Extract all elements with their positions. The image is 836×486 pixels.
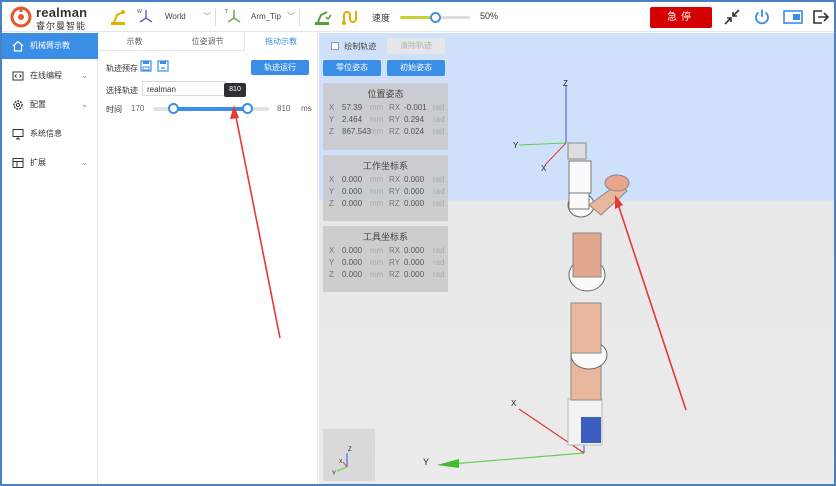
gizmo-z-label: Z xyxy=(348,447,352,453)
power-icon[interactable] xyxy=(752,7,772,27)
tool-frame-icon: T xyxy=(224,9,241,23)
tool-x-axis xyxy=(544,142,567,166)
extension-icon xyxy=(12,158,24,168)
sidebar-item-label: 机械臂示教 xyxy=(30,41,70,50)
svg-text:W: W xyxy=(137,9,142,15)
tab-teach[interactable]: 示教 xyxy=(98,33,171,51)
emergency-stop-button[interactable]: 急停 xyxy=(650,7,712,28)
home-icon xyxy=(12,40,24,52)
robot-scene: Y X Y Z X xyxy=(423,79,687,468)
robot-3d-viewport[interactable]: 绘制轨迹 清除轨迹 零位姿态 初始姿态 位置姿态 X 57.39 mm RX -0.00… xyxy=(319,33,834,484)
robot-wrist xyxy=(568,190,590,210)
speed-label: 速度 xyxy=(372,13,391,23)
sidebar: 机械臂示教 在线编程 ⌄ 配置 ⌄ 系统信息 扩展 ⌄ xyxy=(2,33,98,484)
sidebar-item-extension[interactable]: 扩展 ⌄ xyxy=(2,150,98,176)
monitor-icon xyxy=(12,129,24,140)
ground-y-axis xyxy=(438,452,585,466)
gizmo-y-label: Y xyxy=(332,471,336,477)
robot-link-2 xyxy=(570,302,602,354)
chevron-down-icon: ﹀ xyxy=(287,12,295,21)
top-toolbar: realman 睿尔曼智能 W World ﹀ T Arm_Tip ﹀ 速度 5… xyxy=(2,2,834,32)
speed-slider-handle[interactable] xyxy=(430,12,441,23)
speed-value: 50% xyxy=(480,11,499,21)
speed-slider[interactable] xyxy=(400,12,470,23)
sidebar-item-teach[interactable]: 机械臂示教 xyxy=(2,33,98,59)
trajectory-select[interactable]: realman xyxy=(142,81,226,96)
tab-pose-adjust[interactable]: 位姿调节 xyxy=(171,33,244,51)
brand-logo: realman 睿尔曼智能 xyxy=(10,5,98,31)
chevron-down-icon: ⌄ xyxy=(81,71,88,80)
trajectory-save-label: 轨迹预存 xyxy=(106,64,138,73)
orientation-gizmo[interactable]: Z Y X xyxy=(323,429,375,481)
gear-icon xyxy=(13,100,23,110)
ground-y-arrow xyxy=(437,459,459,468)
teach-panel: 示教 位姿调节 拖动示教 轨迹预存 轨迹运行 选择轨迹 realman 810 … xyxy=(98,33,318,484)
sidebar-item-label: 扩展 xyxy=(30,158,46,167)
trajectory-icon[interactable] xyxy=(340,7,360,27)
gizmo-x-label: X xyxy=(339,459,343,465)
chevron-down-icon: ⌄ xyxy=(81,100,88,109)
robot-link-3 xyxy=(572,232,602,278)
chevron-down-icon: ⌄ xyxy=(81,158,88,167)
app-window: realman 睿尔曼智能 W World ﹀ T Arm_Tip ﹀ 速度 5… xyxy=(0,0,836,486)
logout-icon[interactable] xyxy=(810,7,830,27)
robot-link-4 xyxy=(568,160,592,194)
brand-name: realman xyxy=(36,5,88,20)
tool-axis-label-x: X xyxy=(541,164,547,173)
orientation-axes: Z Y X xyxy=(332,447,352,477)
frame-select-value: World xyxy=(165,12,186,21)
panel-tabs: 示教 位姿调节 拖动示教 xyxy=(98,33,318,51)
save-as-icon[interactable] xyxy=(157,60,169,72)
teach-mode-icon[interactable] xyxy=(312,7,332,27)
robot-forearm-end xyxy=(604,174,630,192)
time-label: 时间 xyxy=(106,105,122,114)
sidebar-item-label: 在线编程 xyxy=(30,71,62,80)
code-icon xyxy=(12,71,24,81)
save-icon[interactable] xyxy=(140,60,152,72)
tool-select-value: Arm_Tip xyxy=(251,12,281,21)
sidebar-item-label: 配置 xyxy=(30,100,46,109)
slider-tooltip: 810 xyxy=(224,83,246,97)
trajectory-run-button[interactable]: 轨迹运行 xyxy=(251,60,309,75)
time-range-fill xyxy=(172,107,247,111)
robot-arm-mode-icon[interactable] xyxy=(108,7,128,27)
world-frame-icon: W xyxy=(137,9,153,23)
range-end-handle[interactable] xyxy=(241,103,253,114)
tool-axis-label-z: Z xyxy=(563,79,568,88)
axis-label-x: X xyxy=(511,399,517,408)
tool-select[interactable]: Arm_Tip ﹀ xyxy=(248,8,300,26)
brand-subtitle: 睿尔曼智能 xyxy=(36,21,87,31)
time-range-slider[interactable] xyxy=(153,103,269,114)
collapse-icon[interactable] xyxy=(722,7,742,27)
sidebar-item-system-info[interactable]: 系统信息 xyxy=(2,121,98,147)
chevron-down-icon: ﹀ xyxy=(203,12,211,21)
tool-axis-label-y: Y xyxy=(513,141,519,150)
time-max-value: 810 xyxy=(277,104,291,113)
time-min-value: 170 xyxy=(131,104,145,113)
display-toggle-icon[interactable] xyxy=(782,7,804,27)
sidebar-item-label: 系统信息 xyxy=(30,129,62,138)
select-trajectory-label: 选择轨迹 xyxy=(106,86,138,95)
axis-label-y: Y xyxy=(423,457,429,467)
realman-logo-icon xyxy=(10,6,32,28)
tool-y-axis xyxy=(518,142,567,146)
robot-end-effector xyxy=(567,142,587,160)
sidebar-item-config[interactable]: 配置 ⌄ xyxy=(2,92,98,118)
tab-drag-teach[interactable]: 拖动示教 xyxy=(244,33,318,51)
annotation-arrow-viewport xyxy=(616,200,687,411)
robot-base-panel xyxy=(581,417,601,443)
range-start-handle[interactable] xyxy=(167,103,179,114)
time-unit: ms xyxy=(301,104,312,113)
frame-select[interactable]: World ﹀ xyxy=(162,8,216,26)
sidebar-item-programming[interactable]: 在线编程 ⌄ xyxy=(2,63,98,89)
svg-text:T: T xyxy=(224,9,229,15)
